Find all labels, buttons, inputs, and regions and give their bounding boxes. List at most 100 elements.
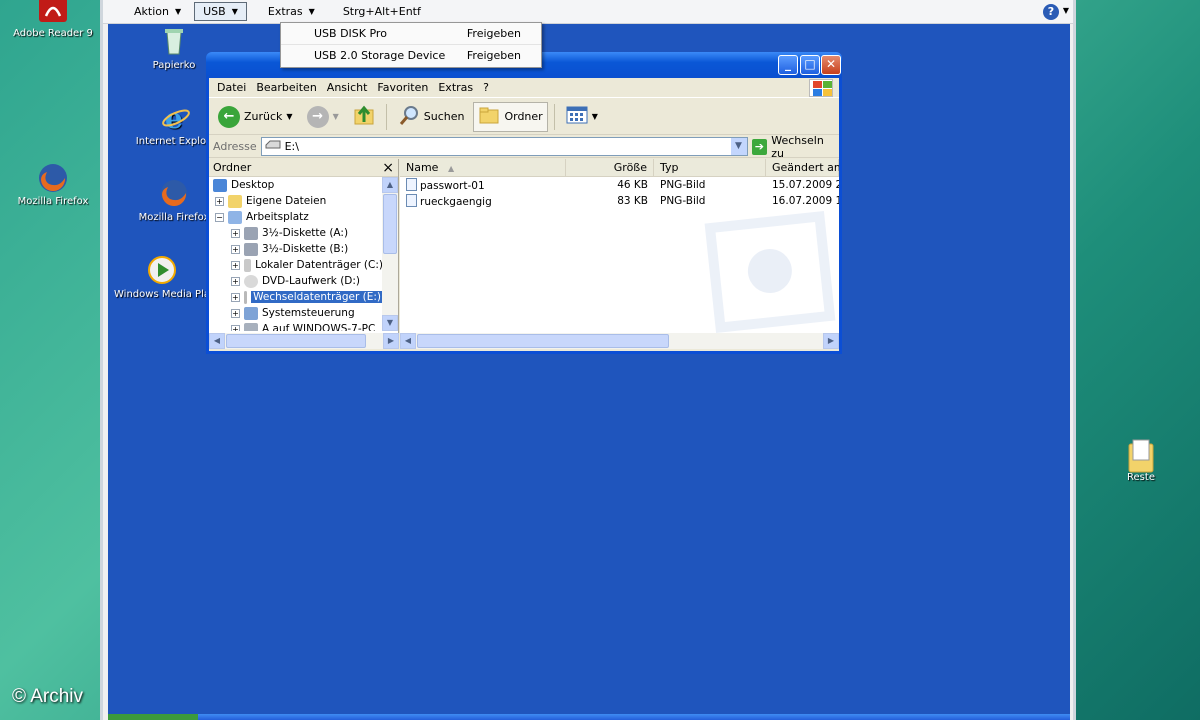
file-horizontal-scrollbar[interactable]: ◀ ▶ <box>400 333 839 349</box>
scroll-thumb[interactable] <box>417 334 669 348</box>
tree-horizontal-scrollbar[interactable]: ◀ ▶ <box>209 333 399 349</box>
column-label: Größe <box>613 161 647 174</box>
tree-item-floppy-a[interactable]: + 3½-Diskette (A:) <box>209 225 383 241</box>
back-button[interactable]: ← Zurück ▼ <box>213 102 298 132</box>
menu-datei[interactable]: Datei <box>217 81 246 94</box>
tree-item-dvd-d[interactable]: + DVD-Laufwerk (D:) <box>209 273 383 289</box>
guest-icon-label: Windows Media Pla <box>114 289 210 300</box>
chevron-down-icon[interactable]: ▼ <box>730 138 747 155</box>
menu-bearbeiten[interactable]: Bearbeiten <box>256 81 316 94</box>
folders-button[interactable]: Ordner <box>473 101 548 132</box>
drive-icon <box>265 140 281 153</box>
menu-usb[interactable]: USB ▼ <box>194 2 247 21</box>
windows-logo-icon <box>809 79 833 97</box>
maximize-button[interactable]: □ <box>800 55 820 75</box>
file-row[interactable]: rueckgaengig 83 KB PNG-Bild 16.07.2009 1… <box>400 193 839 209</box>
scroll-down-icon[interactable]: ▼ <box>382 315 398 331</box>
tree-item-network-share[interactable]: + A auf WINDOWS-7-PC <box>209 321 383 331</box>
tree-item-floppy-b[interactable]: + 3½-Diskette (B:) <box>209 241 383 257</box>
hard-drive-icon <box>243 258 252 272</box>
column-type[interactable]: Typ <box>654 159 766 176</box>
tree-item-arbeitsplatz[interactable]: − Arbeitsplatz <box>209 209 383 225</box>
tree-item-local-disk-c[interactable]: + Lokaler Datenträger (C:) <box>209 257 383 273</box>
menu-extras[interactable]: Extras ▼ <box>259 2 324 21</box>
expand-icon[interactable]: + <box>231 292 240 302</box>
control-panel-icon <box>244 306 258 320</box>
column-name[interactable]: Name ▲ <box>400 159 566 176</box>
forward-button[interactable]: → ▼ <box>302 102 344 132</box>
tree-item-desktop[interactable]: Desktop <box>209 177 383 193</box>
start-button[interactable] <box>108 714 198 720</box>
desktop-icon <box>213 178 227 192</box>
explorer-body: Datei Bearbeiten Ansicht Favoriten Extra… <box>209 78 839 351</box>
file-pane: Name ▲ Größe Typ Geändert am passwort-01… <box>400 159 839 349</box>
menu-label: Strg+Alt+Entf <box>342 5 421 18</box>
close-icon[interactable]: × <box>382 160 394 176</box>
guest-desktop: Papierko e Internet Explore Mozilla Fire… <box>108 24 1070 720</box>
caret-down-icon[interactable]: ▼ <box>1063 6 1069 15</box>
minimize-button[interactable]: _ <box>778 55 798 75</box>
host-icon-label: Reste <box>1127 472 1155 483</box>
guest-icon-label: Mozilla Firefox <box>138 212 210 223</box>
views-button[interactable]: ▼ <box>561 102 603 132</box>
back-label: Zurück <box>244 110 283 123</box>
menu-ctrl-alt-del[interactable]: Strg+Alt+Entf <box>334 2 430 21</box>
toolbar-separator <box>385 103 387 130</box>
expand-icon[interactable]: + <box>231 324 240 331</box>
host-icon-label: Mozilla Firefox <box>17 196 89 207</box>
usb-device-item[interactable]: USB 2.0 Storage Device Freigeben <box>281 45 541 67</box>
expand-icon[interactable]: + <box>231 276 240 286</box>
folder-pane: Ordner × Desktop + Eigene Dateien − Arbe… <box>209 159 399 349</box>
tree-vertical-scrollbar[interactable]: ▲ ▼ <box>382 177 398 331</box>
scroll-thumb[interactable] <box>383 194 397 254</box>
search-button[interactable]: Suchen <box>393 102 470 132</box>
expand-icon[interactable]: + <box>231 228 240 238</box>
column-label: Typ <box>660 161 679 174</box>
guest-icon-media-player[interactable]: Windows Media Pla <box>112 255 212 300</box>
expand-icon[interactable]: + <box>231 244 240 254</box>
tree-label: 3½-Diskette (B:) <box>262 243 349 255</box>
menu-ansicht[interactable]: Ansicht <box>327 81 368 94</box>
up-button[interactable] <box>348 102 380 132</box>
folder-watermark <box>704 211 836 333</box>
address-field[interactable]: E:\ ▼ <box>260 137 748 156</box>
menu-extras[interactable]: Extras <box>438 81 473 94</box>
scroll-right-icon[interactable]: ▶ <box>383 333 399 349</box>
caret-down-icon[interactable]: ▼ <box>333 112 339 121</box>
menu-label: USB <box>203 5 226 18</box>
expand-icon[interactable]: + <box>231 308 240 318</box>
scroll-left-icon[interactable]: ◀ <box>209 333 225 349</box>
menu-help[interactable]: ? <box>483 81 489 94</box>
media-player-icon <box>147 255 177 285</box>
column-modified[interactable]: Geändert am <box>766 159 839 176</box>
file-size: 83 KB <box>617 195 648 207</box>
menu-favoriten[interactable]: Favoriten <box>377 81 428 94</box>
column-size[interactable]: Größe <box>566 159 654 176</box>
caret-down-icon[interactable]: ▼ <box>286 112 292 121</box>
tree-item-eigene-dateien[interactable]: + Eigene Dateien <box>209 193 383 209</box>
help-icon[interactable]: ? <box>1043 4 1059 20</box>
scroll-up-icon[interactable]: ▲ <box>382 177 398 193</box>
usb-device-item[interactable]: USB DISK Pro Freigeben <box>281 23 541 45</box>
scroll-thumb[interactable] <box>226 334 366 348</box>
host-icon-reste[interactable]: Reste <box>1096 438 1186 483</box>
tree-item-control-panel[interactable]: + Systemsteuerung <box>209 305 383 321</box>
menu-aktion[interactable]: Aktion ▼ <box>125 2 190 21</box>
file-row[interactable]: passwort-01 46 KB PNG-Bild 15.07.2009 20 <box>400 177 839 193</box>
go-button[interactable]: ➔ Wechseln zu <box>751 134 840 160</box>
usb-device-action: Freigeben <box>466 27 521 40</box>
collapse-icon[interactable]: − <box>215 212 224 222</box>
usb-device-action: Freigeben <box>466 49 521 62</box>
floppy-drive-icon <box>244 226 258 240</box>
scroll-right-icon[interactable]: ▶ <box>823 333 839 349</box>
expand-icon[interactable]: + <box>215 196 224 206</box>
guest-icon-label: Papierko <box>152 60 196 71</box>
usb-device-name: USB DISK Pro <box>314 27 387 40</box>
close-button[interactable]: ✕ <box>821 55 841 75</box>
scroll-left-icon[interactable]: ◀ <box>400 333 416 349</box>
host-icon-firefox[interactable]: Mozilla Firefox <box>8 162 98 207</box>
expand-icon[interactable]: + <box>231 260 240 270</box>
host-icon-adobe-reader[interactable]: Adobe Reader 9 <box>8 0 98 39</box>
caret-down-icon: ▼ <box>591 112 598 121</box>
tree-item-removable-e[interactable]: + Wechseldatenträger (E:) <box>209 289 383 305</box>
